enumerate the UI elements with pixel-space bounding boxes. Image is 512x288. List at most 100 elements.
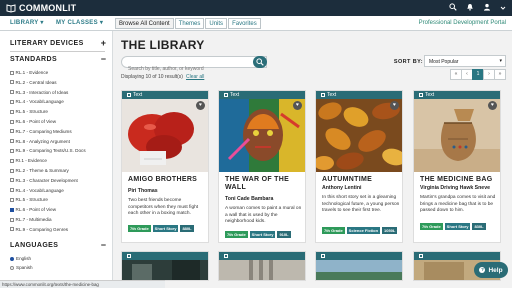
bell-icon[interactable] bbox=[466, 3, 474, 14]
standard-checkbox[interactable] bbox=[10, 109, 14, 114]
standards-heading[interactable]: STANDARDS bbox=[10, 56, 57, 63]
document-icon bbox=[224, 93, 228, 97]
professional-development-link[interactable]: Professional Development Portal bbox=[419, 20, 506, 26]
lexile-tag: 1050L bbox=[382, 227, 398, 234]
standard-filter-item[interactable]: RL.6 - Point of View bbox=[10, 206, 56, 213]
genre-tag: Short Story bbox=[249, 231, 276, 238]
standard-filter-item[interactable]: RL.2 - Theme & Summary bbox=[10, 167, 69, 174]
standard-checkbox[interactable] bbox=[10, 70, 14, 75]
standard-filter-item[interactable]: RL.4 - Vocab/Language bbox=[10, 187, 64, 194]
grade-tag: 7th Grade bbox=[128, 225, 151, 232]
sort-select[interactable]: Most Popular ▾ bbox=[424, 55, 506, 67]
standard-filter-item[interactable]: RL.8 - Analyzing Argument bbox=[10, 138, 70, 145]
standard-checkbox[interactable] bbox=[10, 188, 14, 193]
card-image-mural[interactable] bbox=[219, 99, 306, 172]
card-title[interactable]: AUTUMNTIME bbox=[322, 176, 402, 184]
card-title[interactable]: AMIGO BROTHERS bbox=[128, 176, 208, 184]
standard-checkbox[interactable] bbox=[10, 80, 14, 85]
card-description: A woman comes to paint a mural on a wall… bbox=[225, 206, 302, 225]
text-card-partial[interactable] bbox=[315, 251, 403, 281]
search-button[interactable] bbox=[253, 56, 267, 68]
favorite-heart-icon[interactable]: ♥ bbox=[293, 101, 302, 110]
standard-checkbox[interactable] bbox=[10, 99, 14, 104]
chevron-down-icon[interactable] bbox=[500, 4, 506, 14]
english-radio[interactable] bbox=[10, 256, 14, 261]
language-option-english[interactable]: English bbox=[10, 255, 31, 262]
text-card-war-of-the-wall[interactable]: Text ♥ THE WAR OF THE WALL Toni Cade Bam… bbox=[218, 90, 306, 243]
lexile-tag: 880L bbox=[180, 225, 194, 232]
standard-filter-item[interactable]: RL.1 - Evidence bbox=[10, 69, 48, 76]
standard-filter-item[interactable]: RL.5 - Structure bbox=[10, 196, 48, 203]
standard-checkbox[interactable] bbox=[10, 217, 14, 222]
language-option-spanish[interactable]: Spanish bbox=[10, 264, 33, 271]
card-title[interactable]: THE MEDICINE BAG bbox=[420, 176, 500, 184]
standard-filter-item[interactable]: RL.4 - Vocab/Language bbox=[10, 98, 64, 105]
my-classes-menu[interactable]: MY CLASSES ▾ bbox=[56, 19, 103, 26]
document-icon bbox=[321, 93, 325, 97]
search-input[interactable] bbox=[122, 64, 252, 74]
tab-browse-all-content[interactable]: Browse All Content bbox=[115, 18, 174, 29]
standard-filter-item[interactable]: RL.3 - Character Development bbox=[10, 177, 78, 184]
standard-checkbox[interactable] bbox=[10, 90, 14, 95]
standard-label: RL.9 - Comparing Texts/U.S. Docs bbox=[15, 148, 86, 154]
languages-toggle[interactable]: − bbox=[101, 241, 106, 250]
standard-checkbox[interactable] bbox=[10, 119, 14, 124]
standard-filter-item[interactable]: RL.6 - Point of View bbox=[10, 118, 56, 125]
spanish-radio[interactable] bbox=[10, 265, 14, 270]
favorite-heart-icon[interactable]: ♥ bbox=[488, 101, 497, 110]
card-author: Piri Thomas bbox=[128, 188, 158, 194]
standard-checkbox[interactable] bbox=[10, 207, 14, 212]
card-image-medicine-bag[interactable] bbox=[414, 99, 501, 172]
standard-filter-item[interactable]: RL.7 - Comparing Mediums bbox=[10, 128, 72, 135]
tab-units[interactable]: Units bbox=[205, 18, 228, 29]
favorite-heart-icon[interactable]: ♥ bbox=[196, 101, 205, 110]
standard-checkbox[interactable] bbox=[10, 168, 14, 173]
last-page-button[interactable]: » bbox=[494, 69, 506, 80]
card-title[interactable]: THE WAR OF THE WALL bbox=[225, 176, 305, 192]
card-image-autumn-leaves[interactable] bbox=[316, 99, 403, 172]
document-icon bbox=[127, 93, 131, 97]
standards-toggle[interactable]: − bbox=[101, 55, 106, 64]
tab-themes[interactable]: Themes bbox=[174, 18, 205, 29]
grade-tag: 7th Grade bbox=[420, 223, 443, 230]
text-card-partial[interactable] bbox=[218, 251, 306, 281]
standard-checkbox[interactable] bbox=[10, 197, 14, 202]
text-card-medicine-bag[interactable]: Text ♥ THE MEDICINE BAG Virginia Driving… bbox=[413, 90, 501, 243]
search-icon[interactable] bbox=[449, 3, 457, 14]
standard-checkbox[interactable] bbox=[10, 139, 14, 144]
lexile-tag: 830L bbox=[472, 223, 486, 230]
card-image-boxing-gloves[interactable] bbox=[122, 99, 209, 172]
text-card-amigo-brothers[interactable]: Text ♥ AMIGO BROTHERS Piri Thomas Two be… bbox=[121, 90, 209, 243]
standard-checkbox[interactable] bbox=[10, 158, 14, 163]
text-card-partial[interactable] bbox=[121, 251, 209, 281]
standard-filter-item[interactable]: RI.1 - Evidence bbox=[10, 157, 47, 164]
tab-favorites[interactable]: Favorites bbox=[228, 18, 261, 29]
literary-devices-toggle[interactable]: + bbox=[101, 39, 106, 48]
standard-filter-item[interactable]: RL.3 - Interaction of Ideas bbox=[10, 89, 68, 96]
standard-checkbox[interactable] bbox=[10, 129, 14, 134]
help-button[interactable]: ? Help bbox=[474, 262, 508, 278]
nav-bar: LIBRARY ▾ MY CLASSES ▾ Browse All Conten… bbox=[0, 16, 512, 31]
standard-checkbox[interactable] bbox=[10, 148, 14, 153]
text-card-autumntime[interactable]: Text ♥ AUTUMNTIME Anthony Lentini In thi… bbox=[315, 90, 403, 243]
commonlit-logo[interactable]: COMMONLIT bbox=[6, 2, 76, 14]
favorite-heart-icon[interactable]: ♥ bbox=[390, 101, 399, 110]
filter-sidebar: LITERARY DEVICES + STANDARDS − RL.1 - Ev… bbox=[0, 31, 113, 288]
standard-filter-item[interactable]: RL.7 - Multimedia bbox=[10, 216, 52, 223]
literary-devices-heading[interactable]: LITERARY DEVICES bbox=[10, 40, 84, 47]
standard-checkbox[interactable] bbox=[10, 227, 14, 232]
standard-label: RL.3 - Interaction of Ideas bbox=[15, 89, 69, 95]
user-icon[interactable] bbox=[483, 3, 491, 14]
standard-filter-item[interactable]: RL.5 - Structure bbox=[10, 108, 48, 115]
document-icon bbox=[419, 93, 423, 97]
clear-all-link[interactable]: Clear all bbox=[186, 74, 204, 80]
standard-checkbox[interactable] bbox=[10, 178, 14, 183]
standard-filter-item[interactable]: RL.9 - Comparing Genres bbox=[10, 226, 68, 233]
card-tags: 7th Grade Short Story 910L bbox=[225, 231, 291, 238]
status-bar-url: https://www.commonlit.org/texts/the-medi… bbox=[0, 280, 165, 288]
standard-filter-item[interactable]: RL.2 - Central Ideas bbox=[10, 79, 57, 86]
document-icon bbox=[419, 254, 423, 258]
languages-heading[interactable]: LANGUAGES bbox=[10, 242, 58, 249]
library-menu[interactable]: LIBRARY ▾ bbox=[10, 19, 44, 26]
standard-filter-item[interactable]: RL.9 - Comparing Texts/U.S. Docs bbox=[10, 147, 86, 154]
